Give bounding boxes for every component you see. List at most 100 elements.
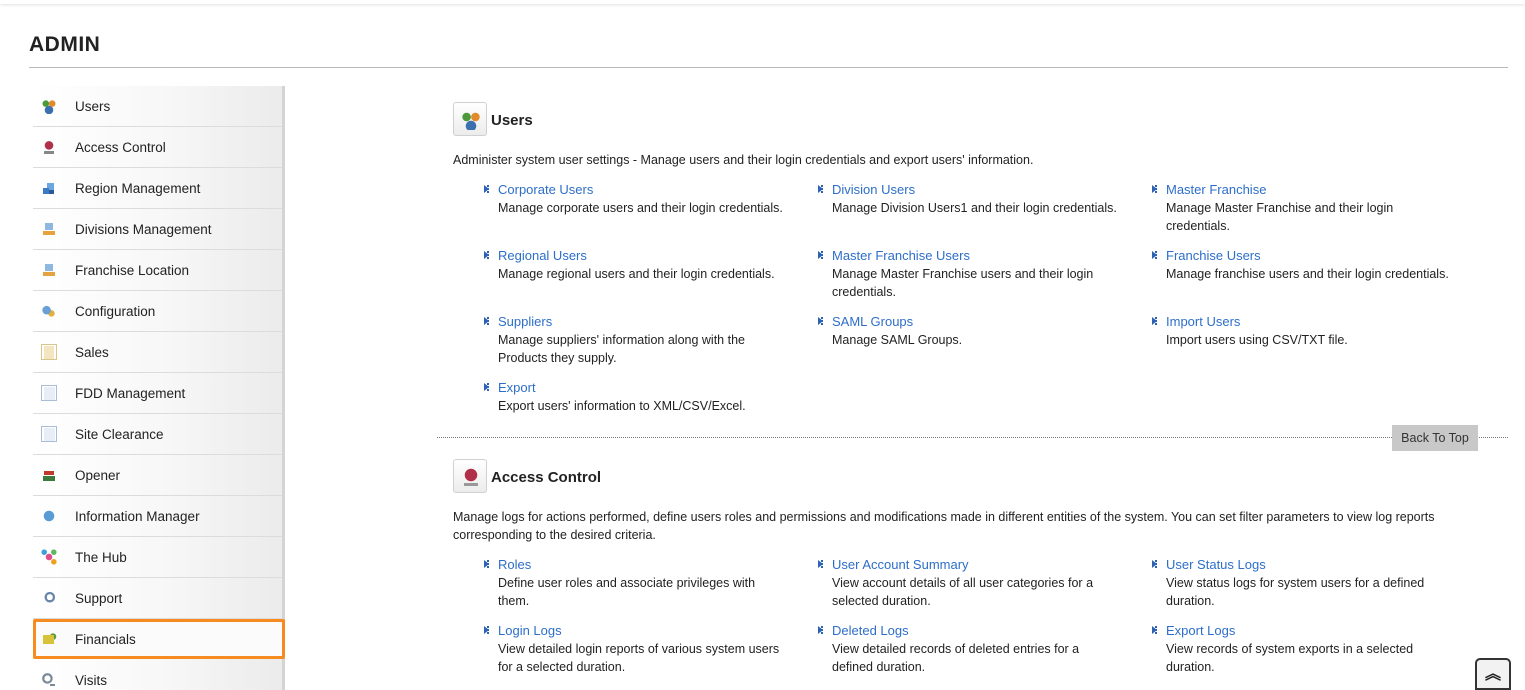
franchise-location-icon bbox=[41, 262, 57, 278]
sidebar-item-access-control[interactable]: Access Control bbox=[33, 127, 282, 168]
link-description: View records of system exports in a sele… bbox=[1166, 642, 1414, 674]
link-item-export-logs: Export Logs View records of system expor… bbox=[1152, 622, 1456, 676]
access-control-section-icon bbox=[453, 459, 487, 493]
franchise-users-link[interactable]: Franchise Users bbox=[1166, 247, 1456, 265]
access-control-icon bbox=[41, 139, 57, 155]
bullet-arrow-icon bbox=[484, 185, 491, 194]
sidebar-item-label: Information Manager bbox=[75, 508, 200, 524]
user-account-summary-link[interactable]: User Account Summary bbox=[832, 556, 1122, 574]
bullet-arrow-icon bbox=[484, 560, 491, 569]
sidebar-item-label: Site Clearance bbox=[75, 426, 164, 442]
sidebar-item-divisions-management[interactable]: Divisions Management bbox=[33, 209, 282, 250]
sidebar-item-configuration[interactable]: Configuration bbox=[33, 291, 282, 332]
sidebar-item-region-management[interactable]: Region Management bbox=[33, 168, 282, 209]
sidebar-item-label: Region Management bbox=[75, 180, 201, 196]
link-description: Define user roles and associate privileg… bbox=[498, 576, 756, 608]
sidebar-item-fdd-management[interactable]: FDD Management bbox=[33, 373, 282, 414]
export-link[interactable]: Export bbox=[498, 379, 788, 397]
users-section-icon bbox=[453, 102, 487, 136]
link-description: View detailed login reports of various s… bbox=[498, 642, 780, 674]
visits-icon bbox=[41, 672, 57, 688]
master-franchise-link[interactable]: Master Franchise bbox=[1166, 181, 1456, 199]
sidebar-item-users[interactable]: Users bbox=[33, 86, 282, 127]
double-chevron-up-icon: ︽ bbox=[1484, 664, 1501, 683]
link-item-franchise-users: Franchise Users Manage franchise users a… bbox=[1152, 247, 1456, 283]
link-item-division-users: Division Users Manage Division Users1 an… bbox=[818, 181, 1122, 217]
admin-sidebar: Users Access Control Region Management D… bbox=[33, 86, 285, 690]
link-description: Manage corporate users and their login c… bbox=[498, 201, 783, 215]
users-icon bbox=[41, 98, 57, 114]
access-control-icon bbox=[461, 467, 481, 487]
back-to-top-button[interactable]: Back To Top bbox=[1392, 425, 1478, 451]
regional-users-link[interactable]: Regional Users bbox=[498, 247, 788, 265]
divisions-icon bbox=[41, 221, 57, 237]
sidebar-item-franchise-location[interactable]: Franchise Location bbox=[33, 250, 282, 291]
link-item-user-account-summary: User Account Summary View account detail… bbox=[818, 556, 1122, 610]
link-item-corporate-users: Corporate Users Manage corporate users a… bbox=[484, 181, 788, 217]
link-item-saml-groups: SAML Groups Manage SAML Groups. bbox=[818, 313, 1122, 349]
sidebar-item-label: Users bbox=[75, 98, 111, 114]
sidebar-item-label: Visits bbox=[75, 672, 108, 688]
bullet-arrow-icon bbox=[484, 383, 491, 392]
master-franchise-users-link[interactable]: Master Franchise Users bbox=[832, 247, 1122, 265]
fdd-icon bbox=[41, 385, 57, 401]
division-users-link[interactable]: Division Users bbox=[832, 181, 1122, 199]
site-clearance-icon bbox=[41, 426, 57, 442]
export-logs-link[interactable]: Export Logs bbox=[1166, 622, 1456, 640]
link-description: Manage SAML Groups. bbox=[832, 333, 963, 347]
sidebar-item-sales[interactable]: Sales bbox=[33, 332, 282, 373]
sidebar-item-label: FDD Management bbox=[75, 385, 186, 401]
link-description: Export users' information to XML/CSV/Exc… bbox=[498, 399, 746, 413]
sidebar-item-financials[interactable]: Financials bbox=[33, 619, 285, 659]
sidebar-item-the-hub[interactable]: The Hub bbox=[33, 537, 282, 578]
link-item-regional-users: Regional Users Manage regional users and… bbox=[484, 247, 788, 283]
link-item-login-logs: Login Logs View detailed login reports o… bbox=[484, 622, 788, 676]
import-users-link[interactable]: Import Users bbox=[1166, 313, 1456, 331]
sidebar-item-label: Sales bbox=[75, 344, 109, 360]
link-item-export: Export Export users' information to XML/… bbox=[484, 379, 788, 415]
bullet-arrow-icon bbox=[484, 317, 491, 326]
deleted-logs-link[interactable]: Deleted Logs bbox=[832, 622, 1122, 640]
sidebar-item-visits[interactable]: Visits bbox=[33, 660, 282, 690]
scroll-to-top-button[interactable]: ︽ bbox=[1475, 658, 1511, 690]
link-item-deleted-logs: Deleted Logs View detailed records of de… bbox=[818, 622, 1122, 676]
suppliers-link[interactable]: Suppliers bbox=[498, 313, 788, 331]
link-description: Manage Division Users1 and their login c… bbox=[832, 201, 1117, 215]
roles-link[interactable]: Roles bbox=[498, 556, 788, 574]
link-item-roles: Roles Define user roles and associate pr… bbox=[484, 556, 788, 610]
sidebar-item-opener[interactable]: Opener bbox=[33, 455, 282, 496]
sidebar-item-label: Opener bbox=[75, 467, 121, 483]
region-icon bbox=[41, 180, 57, 196]
sidebar-item-site-clearance[interactable]: Site Clearance bbox=[33, 414, 282, 455]
sidebar-item-information-manager[interactable]: Information Manager bbox=[33, 496, 282, 537]
sidebar-item-support[interactable]: Support bbox=[33, 578, 282, 619]
page-title: ADMIN bbox=[29, 33, 101, 56]
link-description: Import users using CSV/TXT file. bbox=[1166, 333, 1348, 347]
support-icon bbox=[41, 590, 57, 606]
bullet-arrow-icon bbox=[484, 251, 491, 260]
bullet-arrow-icon bbox=[484, 626, 491, 635]
login-logs-link[interactable]: Login Logs bbox=[498, 622, 788, 640]
bullet-arrow-icon bbox=[818, 317, 825, 326]
top-bar bbox=[0, 0, 1525, 4]
user-status-logs-link[interactable]: User Status Logs bbox=[1166, 556, 1456, 574]
link-description: View account details of all user categor… bbox=[832, 576, 1094, 608]
users-section-title: Users bbox=[491, 112, 533, 129]
bullet-arrow-icon bbox=[818, 251, 825, 260]
link-description: View detailed records of deleted entries… bbox=[832, 642, 1080, 674]
bullet-arrow-icon bbox=[818, 560, 825, 569]
access-control-section-title: Access Control bbox=[491, 469, 602, 486]
configuration-icon bbox=[41, 303, 57, 319]
corporate-users-link[interactable]: Corporate Users bbox=[498, 181, 788, 199]
link-item-suppliers: Suppliers Manage suppliers' information … bbox=[484, 313, 788, 367]
users-icon bbox=[461, 110, 481, 130]
link-item-user-status-logs: User Status Logs View status logs for sy… bbox=[1152, 556, 1456, 610]
bullet-arrow-icon bbox=[1152, 251, 1159, 260]
sidebar-item-label: Financials bbox=[75, 631, 136, 647]
hub-icon bbox=[41, 549, 57, 565]
sidebar-item-label: Access Control bbox=[75, 139, 166, 155]
saml-groups-link[interactable]: SAML Groups bbox=[832, 313, 1122, 331]
link-description: Manage Master Franchise and their login … bbox=[1166, 201, 1394, 233]
bullet-arrow-icon bbox=[1152, 560, 1159, 569]
title-divider bbox=[29, 67, 1508, 68]
